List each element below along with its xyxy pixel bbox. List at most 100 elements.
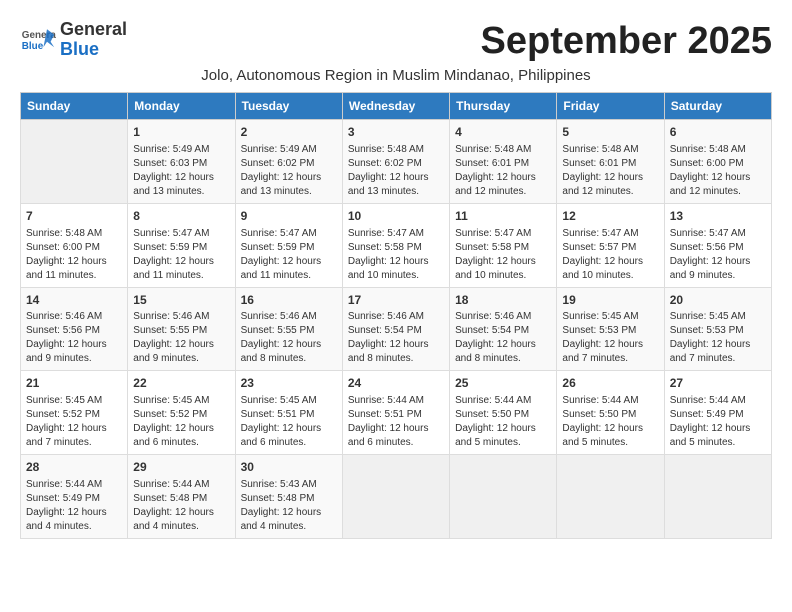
calendar-cell: 19Sunrise: 5:45 AM Sunset: 5:53 PM Dayli… [557, 287, 664, 371]
calendar-cell [342, 455, 449, 539]
day-number: 19 [562, 292, 658, 309]
day-number: 25 [455, 375, 551, 392]
calendar-cell: 2Sunrise: 5:49 AM Sunset: 6:02 PM Daylig… [235, 120, 342, 204]
calendar-cell [557, 455, 664, 539]
calendar-week-row: 1 Sunrise: 5:49 AM Sunset: 6:03 PM Daylig… [21, 120, 772, 204]
calendar-cell: 28 Sunrise: 5:44 AM Sunset: 5:49 PM Dayli… [21, 455, 128, 539]
calendar-cell: 18Sunrise: 5:46 AM Sunset: 5:54 PM Dayli… [450, 287, 557, 371]
day-number: 13 [670, 208, 766, 225]
calendar-cell: 27 Sunrise: 5:44 AM Sunset: 5:49 PM Dayli… [664, 371, 771, 455]
calendar-table: SundayMondayTuesdayWednesdayThursdayFrid… [20, 92, 772, 539]
day-info: Sunrise: 5:45 AM Sunset: 5:51 PM Dayligh… [241, 394, 337, 450]
day-info: Sunrise: 5:45 AM Sunset: 5:53 PM Dayligh… [562, 310, 658, 366]
day-info: Sunrise: 5:49 AM Sunset: 6:03 PM Dayligh… [133, 143, 229, 199]
day-number: 15 [133, 292, 229, 309]
title-section: September 2025 [481, 20, 773, 63]
calendar-cell: 13 Sunrise: 5:47 AM Sunset: 5:56 PM Dayli… [664, 203, 771, 287]
calendar-cell: 16Sunrise: 5:46 AM Sunset: 5:55 PM Dayli… [235, 287, 342, 371]
svg-text:Blue: Blue [22, 41, 44, 52]
day-info: Sunrise: 5:48 AM Sunset: 6:00 PM Dayligh… [670, 143, 766, 199]
calendar-cell: 22 Sunrise: 5:45 AM Sunset: 5:52 PM Dayli… [128, 371, 235, 455]
day-info: Sunrise: 5:48 AM Sunset: 6:02 PM Dayligh… [348, 143, 444, 199]
day-info: Sunrise: 5:44 AM Sunset: 5:51 PM Dayligh… [348, 394, 444, 450]
day-number: 24 [348, 375, 444, 392]
day-header-friday: Friday [557, 93, 664, 120]
calendar-cell [21, 120, 128, 204]
day-number: 11 [455, 208, 551, 225]
day-number: 14 [26, 292, 122, 309]
day-number: 10 [348, 208, 444, 225]
calendar-header-row: SundayMondayTuesdayWednesdayThursdayFrid… [21, 93, 772, 120]
day-number: 5 [562, 124, 658, 141]
calendar-cell: 3Sunrise: 5:48 AM Sunset: 6:02 PM Daylig… [342, 120, 449, 204]
calendar-cell: 15Sunrise: 5:46 AM Sunset: 5:55 PM Dayli… [128, 287, 235, 371]
calendar-subtitle: Jolo, Autonomous Region in Muslim Mindan… [20, 67, 772, 84]
day-number: 20 [670, 292, 766, 309]
day-info: Sunrise: 5:47 AM Sunset: 5:59 PM Dayligh… [133, 227, 229, 283]
day-header-tuesday: Tuesday [235, 93, 342, 120]
day-info: Sunrise: 5:46 AM Sunset: 5:56 PM Dayligh… [26, 310, 122, 366]
day-info: Sunrise: 5:47 AM Sunset: 5:57 PM Dayligh… [562, 227, 658, 283]
day-info: Sunrise: 5:49 AM Sunset: 6:02 PM Dayligh… [241, 143, 337, 199]
general-blue-logo-icon: General Blue [20, 22, 56, 58]
day-info: Sunrise: 5:47 AM Sunset: 5:58 PM Dayligh… [455, 227, 551, 283]
day-info: Sunrise: 5:44 AM Sunset: 5:49 PM Dayligh… [670, 394, 766, 450]
calendar-cell: 1 Sunrise: 5:49 AM Sunset: 6:03 PM Daylig… [128, 120, 235, 204]
day-number: 21 [26, 375, 122, 392]
logo: General Blue General Blue [20, 20, 127, 60]
month-title: September 2025 [481, 20, 773, 63]
day-number: 18 [455, 292, 551, 309]
day-info: Sunrise: 5:46 AM Sunset: 5:55 PM Dayligh… [133, 310, 229, 366]
day-info: Sunrise: 5:44 AM Sunset: 5:50 PM Dayligh… [562, 394, 658, 450]
calendar-cell [664, 455, 771, 539]
day-info: Sunrise: 5:45 AM Sunset: 5:52 PM Dayligh… [133, 394, 229, 450]
calendar-cell [450, 455, 557, 539]
day-number: 8 [133, 208, 229, 225]
day-info: Sunrise: 5:47 AM Sunset: 5:59 PM Dayligh… [241, 227, 337, 283]
day-header-monday: Monday [128, 93, 235, 120]
calendar-cell: 23Sunrise: 5:45 AM Sunset: 5:51 PM Dayli… [235, 371, 342, 455]
day-number: 28 [26, 459, 122, 476]
calendar-cell: 10 Sunrise: 5:47 AM Sunset: 5:58 PM Dayli… [342, 203, 449, 287]
calendar-week-row: 21 Sunrise: 5:45 AM Sunset: 5:52 PM Dayli… [21, 371, 772, 455]
day-number: 29 [133, 459, 229, 476]
day-info: Sunrise: 5:44 AM Sunset: 5:49 PM Dayligh… [26, 478, 122, 534]
calendar-cell: 29 Sunrise: 5:44 AM Sunset: 5:48 PM Dayli… [128, 455, 235, 539]
day-info: Sunrise: 5:46 AM Sunset: 5:55 PM Dayligh… [241, 310, 337, 366]
day-number: 22 [133, 375, 229, 392]
calendar-cell: 7Sunrise: 5:48 AM Sunset: 6:00 PM Daylig… [21, 203, 128, 287]
day-number: 1 [133, 124, 229, 141]
day-info: Sunrise: 5:43 AM Sunset: 5:48 PM Dayligh… [241, 478, 337, 534]
calendar-cell: 17Sunrise: 5:46 AM Sunset: 5:54 PM Dayli… [342, 287, 449, 371]
calendar-cell: 5 Sunrise: 5:48 AM Sunset: 6:01 PM Daylig… [557, 120, 664, 204]
day-header-saturday: Saturday [664, 93, 771, 120]
day-info: Sunrise: 5:47 AM Sunset: 5:56 PM Dayligh… [670, 227, 766, 283]
calendar-cell: 21 Sunrise: 5:45 AM Sunset: 5:52 PM Dayli… [21, 371, 128, 455]
day-info: Sunrise: 5:45 AM Sunset: 5:52 PM Dayligh… [26, 394, 122, 450]
day-info: Sunrise: 5:46 AM Sunset: 5:54 PM Dayligh… [455, 310, 551, 366]
day-number: 4 [455, 124, 551, 141]
day-info: Sunrise: 5:48 AM Sunset: 6:01 PM Dayligh… [562, 143, 658, 199]
day-number: 26 [562, 375, 658, 392]
logo-line1: General [60, 19, 127, 39]
day-number: 12 [562, 208, 658, 225]
calendar-cell: 25Sunrise: 5:44 AM Sunset: 5:50 PM Dayli… [450, 371, 557, 455]
calendar-cell: 4Sunrise: 5:48 AM Sunset: 6:01 PM Daylig… [450, 120, 557, 204]
calendar-cell: 14Sunrise: 5:46 AM Sunset: 5:56 PM Dayli… [21, 287, 128, 371]
calendar-cell: 30Sunrise: 5:43 AM Sunset: 5:48 PM Dayli… [235, 455, 342, 539]
day-number: 16 [241, 292, 337, 309]
calendar-week-row: 14Sunrise: 5:46 AM Sunset: 5:56 PM Dayli… [21, 287, 772, 371]
calendar-week-row: 28 Sunrise: 5:44 AM Sunset: 5:49 PM Dayli… [21, 455, 772, 539]
day-header-sunday: Sunday [21, 93, 128, 120]
day-info: Sunrise: 5:44 AM Sunset: 5:48 PM Dayligh… [133, 478, 229, 534]
calendar-cell: 6Sunrise: 5:48 AM Sunset: 6:00 PM Daylig… [664, 120, 771, 204]
day-number: 17 [348, 292, 444, 309]
day-number: 27 [670, 375, 766, 392]
calendar-week-row: 7Sunrise: 5:48 AM Sunset: 6:00 PM Daylig… [21, 203, 772, 287]
day-info: Sunrise: 5:47 AM Sunset: 5:58 PM Dayligh… [348, 227, 444, 283]
calendar-cell: 24 Sunrise: 5:44 AM Sunset: 5:51 PM Dayli… [342, 371, 449, 455]
calendar-cell: 8 Sunrise: 5:47 AM Sunset: 5:59 PM Daylig… [128, 203, 235, 287]
day-info: Sunrise: 5:46 AM Sunset: 5:54 PM Dayligh… [348, 310, 444, 366]
calendar-cell: 20Sunrise: 5:45 AM Sunset: 5:53 PM Dayli… [664, 287, 771, 371]
day-number: 7 [26, 208, 122, 225]
